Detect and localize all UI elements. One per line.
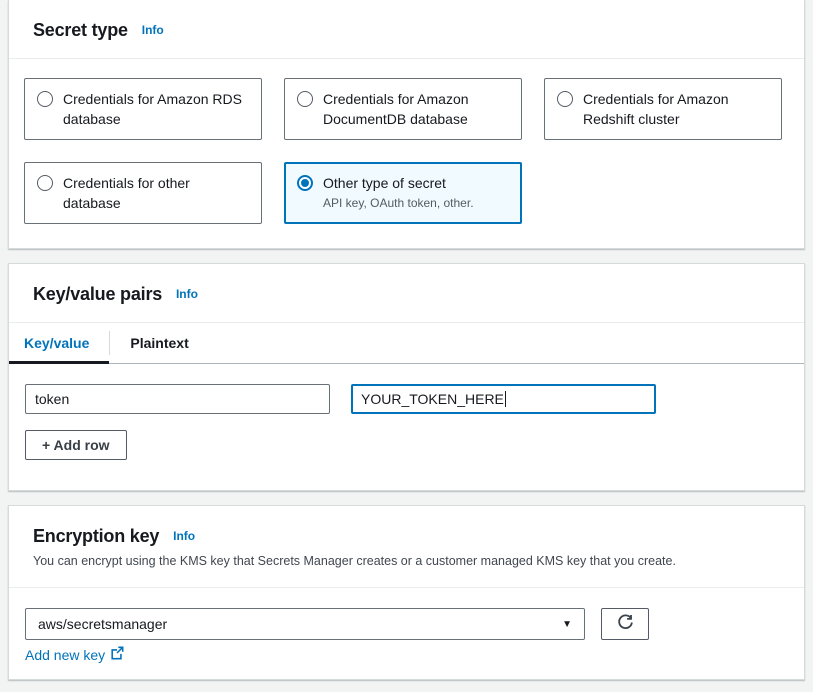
radio-unchecked-icon[interactable] [37,91,53,107]
refresh-icon [617,614,634,634]
option-credentials-other-database[interactable]: Credentials for other database [24,162,262,224]
add-new-key-link[interactable]: Add new key [25,646,124,663]
key-input-value: token [35,391,69,407]
key-value-content: token YOUR_TOKEN_HERE + Add row [9,364,804,490]
secret-type-info-link[interactable]: Info [142,23,164,37]
key-value-pairs-section: Key/value pairs Info Key/value Plaintext… [8,263,805,491]
key-value-pairs-info-link[interactable]: Info [176,287,198,301]
option-label: Credentials for Amazon DocumentDB databa… [323,89,509,129]
tab-plaintext[interactable]: Plaintext [110,323,208,363]
radio-unchecked-icon[interactable] [297,91,313,107]
key-value-tabs: Key/value Plaintext [9,323,804,364]
add-new-key-label: Add new key [25,647,105,663]
radio-unchecked-icon[interactable] [37,175,53,191]
encryption-key-description: You can encrypt using the KMS key that S… [33,553,780,570]
tile-row-1: Credentials for Amazon RDS database Cred… [24,78,789,140]
add-row-button[interactable]: + Add row [25,430,127,460]
option-credentials-redshift[interactable]: Credentials for Amazon Redshift cluster [544,78,782,140]
encryption-key-info-link[interactable]: Info [173,529,195,543]
tile-row-2: Credentials for other database Other typ… [24,162,789,224]
section-title-encryption-key: Encryption key [33,526,159,546]
option-label: Credentials for Amazon Redshift cluster [583,89,769,129]
tab-key-value[interactable]: Key/value [9,323,109,363]
key-input[interactable]: token [25,384,330,414]
add-new-key-row: Add new key [25,646,788,663]
option-label: Credentials for other database [63,173,249,213]
key-value-pairs-header: Key/value pairs Info [9,264,804,323]
option-credentials-documentdb[interactable]: Credentials for Amazon DocumentDB databa… [284,78,522,140]
chevron-down-icon: ▼ [562,619,572,630]
radio-unchecked-icon[interactable] [557,91,573,107]
option-description: API key, OAuth token, other. [323,195,474,211]
value-input[interactable]: YOUR_TOKEN_HERE [351,384,656,414]
external-link-icon [110,646,124,663]
section-title-secret-type: Secret type [33,20,128,40]
option-label: Other type of secret [323,175,446,191]
encryption-key-header: Encryption key Info You can encrypt usin… [9,506,804,588]
option-other-type-of-secret[interactable]: Other type of secret API key, OAuth toke… [284,162,522,224]
secret-type-options: Credentials for Amazon RDS database Cred… [9,59,804,248]
encryption-key-content: aws/secretsmanager ▼ Add new key [9,588,804,679]
kms-key-row: aws/secretsmanager ▼ [25,608,788,640]
option-credentials-rds[interactable]: Credentials for Amazon RDS database [24,78,262,140]
kms-key-select[interactable]: aws/secretsmanager ▼ [25,608,585,640]
key-value-row: token YOUR_TOKEN_HERE [25,384,788,414]
refresh-button[interactable] [601,608,649,640]
encryption-key-section: Encryption key Info You can encrypt usin… [8,505,805,680]
text-cursor [505,391,506,407]
kms-key-selected-value: aws/secretsmanager [38,616,167,632]
value-input-value: YOUR_TOKEN_HERE [361,391,504,407]
section-title-key-value-pairs: Key/value pairs [33,284,162,304]
secret-type-section: Secret type Info Credentials for Amazon … [8,0,805,249]
secret-type-header: Secret type Info [9,0,804,59]
option-label: Credentials for Amazon RDS database [63,89,249,129]
radio-checked-icon[interactable] [297,175,313,191]
